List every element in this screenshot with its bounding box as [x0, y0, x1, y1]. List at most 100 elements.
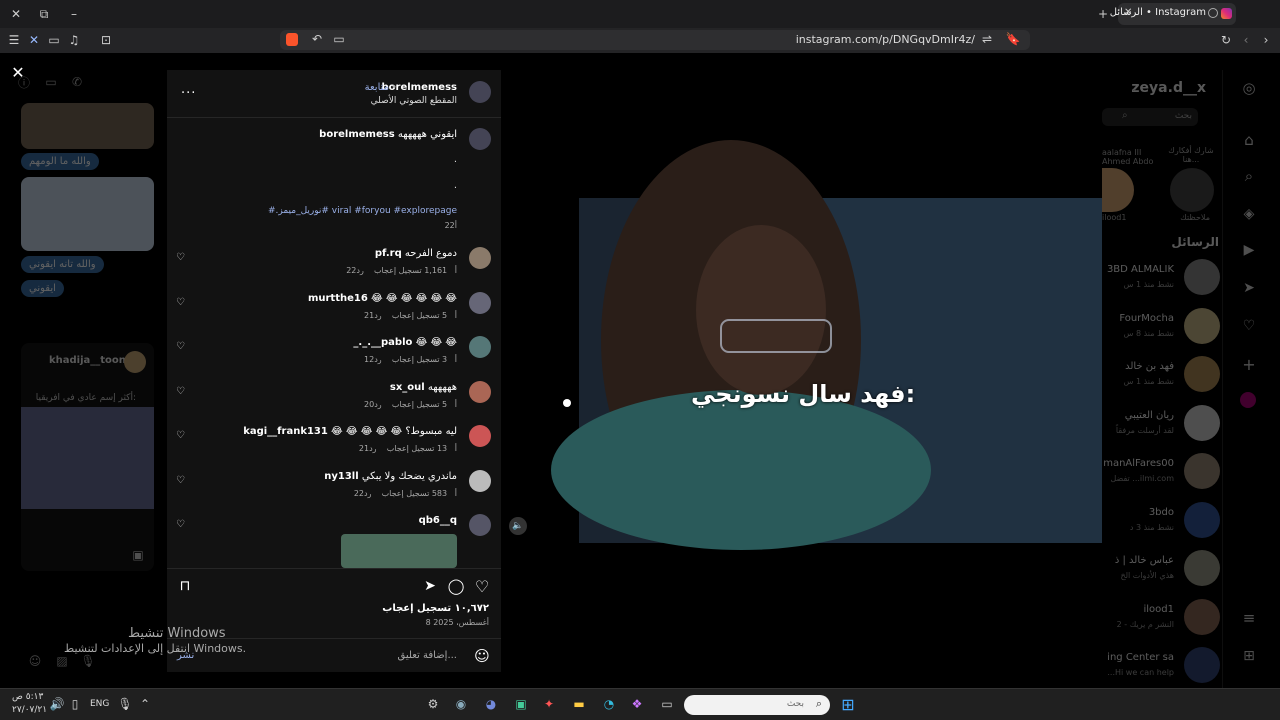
reel-video[interactable]: فهد سال نسونجي: 🔈 [501, 70, 1102, 672]
comment-like-icon[interactable]: ♡ [176, 386, 185, 397]
clock-time[interactable]: ٥:١٣ ص [12, 692, 43, 702]
thread-item[interactable]: manAlFares00 تفضل ...ilmi.com [1102, 450, 1222, 496]
app-icon-taskview[interactable]: ▭ [658, 695, 676, 713]
windows-start-icon[interactable]: ⊞ [838, 694, 858, 714]
commenter-avatar[interactable] [469, 336, 491, 358]
more-options-button[interactable]: ... [181, 82, 196, 97]
commenter-avatar[interactable] [469, 380, 491, 403]
commenter-name[interactable]: ny13ll [324, 471, 358, 482]
commenter-avatar[interactable] [469, 514, 491, 536]
shared-image[interactable] [21, 177, 154, 251]
image-icon[interactable]: ▨ [54, 653, 70, 669]
reload-icon[interactable]: ↻ [1218, 32, 1234, 48]
search-icon[interactable]: ⌕ [1239, 166, 1259, 186]
comment-likes[interactable]: 583 تسجيل إعجاب [382, 489, 448, 498]
comment-like-icon[interactable]: ♡ [176, 341, 185, 352]
comment-like-icon[interactable]: ♡ [176, 297, 185, 308]
volume-icon[interactable]: 🔊 [50, 697, 65, 711]
thread-item[interactable]: FourMocha نشط منذ 8 س [1102, 305, 1222, 351]
app-icon-folder[interactable]: ▬ [570, 695, 588, 713]
music-icon[interactable]: ♫ [66, 32, 82, 48]
app-icon-settings[interactable]: ⚙ [424, 695, 442, 713]
menu-icon[interactable]: ☰ [6, 32, 22, 48]
microphone-icon[interactable]: 🎙 [80, 653, 96, 669]
x-icon[interactable]: ✕ [26, 32, 42, 48]
sticker-icon[interactable]: ☺ [27, 653, 43, 669]
bookmark-icon[interactable]: 🔖 [1006, 32, 1021, 46]
thread-item[interactable]: 3bdo نشط منذ 3 د [1102, 499, 1222, 545]
reels-icon[interactable]: ▶ [1239, 240, 1259, 260]
minimize-window-button[interactable]: – [64, 4, 84, 24]
app-icon-android[interactable]: ▣ [512, 695, 530, 713]
commenter-name[interactable]: murtthe16 [308, 293, 368, 304]
commenter-name[interactable]: _._.__pablo [353, 337, 412, 348]
thread-item[interactable]: ilood1 النشر م يريك - 2 [1102, 596, 1222, 642]
reply-button[interactable]: رد [369, 444, 376, 453]
comment-media[interactable] [341, 534, 457, 568]
chevron-down-icon[interactable]: ⌄ [1130, 84, 1138, 94]
comment-like-icon[interactable]: ♡ [176, 252, 185, 263]
like-icon[interactable]: ♡ [473, 577, 491, 596]
app-icon-edge[interactable]: ◔ [600, 695, 618, 713]
app-icon-steam[interactable]: ◉ [452, 695, 470, 713]
commenter-avatar[interactable] [469, 291, 491, 314]
author-avatar[interactable] [469, 81, 491, 103]
meta-icon[interactable]: ⊞ [1239, 646, 1259, 666]
emoji-icon[interactable]: ☺ [473, 647, 491, 665]
restore-window-button[interactable]: ⧉ [34, 4, 54, 24]
commenter-avatar[interactable] [469, 425, 491, 447]
video-call-icon[interactable]: ▭ [42, 73, 60, 91]
url-text[interactable]: instagram.com/p/DNGqvDmIr4z/ [796, 33, 975, 46]
more-menu-icon[interactable]: ≡ [1239, 608, 1259, 628]
audio-label[interactable]: المقطع الصوتي الأصلي [371, 96, 457, 106]
tab-instagram[interactable]: ✕ الرسائل • Instagram [1110, 3, 1236, 25]
back-icon[interactable]: ‹ [1238, 32, 1254, 48]
reply-button[interactable]: رد [374, 355, 381, 364]
notifications-icon[interactable]: ♡ [1239, 316, 1259, 336]
comment-input[interactable]: إضافة تعليق... [398, 650, 457, 661]
close-window-button[interactable]: ✕ [6, 4, 26, 24]
thread-item[interactable]: عباس خالد | ذ هذي الأدوات الخ [1102, 547, 1222, 593]
phone-icon[interactable]: ✆ [68, 73, 86, 91]
close-modal-icon[interactable]: ✕ [8, 62, 28, 82]
commenter-avatar[interactable] [469, 469, 491, 492]
chevron-up-icon[interactable]: ⌃ [138, 697, 152, 711]
shared-post[interactable]: khadija__toon أكثر إسم عادي في افريقيا: … [21, 343, 154, 571]
shared-image[interactable] [21, 103, 154, 149]
thread-item[interactable]: فهد بن خالد نشط منذ 1 س [1102, 353, 1222, 399]
follow-button[interactable]: متابعة [365, 82, 389, 93]
comment-like-icon[interactable]: ♡ [176, 519, 185, 530]
share-icon[interactable]: ➤ [421, 577, 439, 595]
reply-button[interactable]: رد [356, 266, 363, 275]
commenter-name[interactable]: sx_oul [390, 382, 425, 393]
avatar[interactable] [1170, 168, 1214, 212]
messages-icon[interactable]: ➤ [1239, 278, 1259, 298]
comment-likes[interactable]: 5 تسجيل إعجاب [392, 311, 447, 320]
screenshot-icon[interactable]: ⊡ [98, 32, 114, 48]
comment-likes[interactable]: 3 تسجيل إعجاب [392, 355, 447, 364]
comment-like-icon[interactable]: ♡ [176, 475, 185, 486]
account-name[interactable]: zeya.d__x [1131, 80, 1206, 96]
commenter-name[interactable]: pf.rq [375, 248, 402, 259]
taskbar-search[interactable]: بحث ⌕ [684, 695, 830, 715]
likes-count[interactable]: ١٠,٦٧٢ تسجيل إعجاب [382, 603, 489, 614]
commenter-avatar[interactable] [469, 247, 491, 269]
thread-item[interactable]: ing Center sa ...Hi we can help [1102, 644, 1222, 690]
forward-icon[interactable]: › [1258, 32, 1274, 48]
language-indicator[interactable]: ENG [90, 699, 109, 709]
reply-button[interactable]: رد [374, 311, 381, 320]
permissions-icon[interactable]: ⇌ [980, 32, 994, 46]
mute-button[interactable]: 🔈 [509, 517, 527, 535]
create-icon[interactable]: + [1239, 354, 1259, 374]
commenter-name[interactable]: qb6__q [419, 515, 457, 526]
hashtags[interactable]: #.نوريل_ميمز# viral #foryou #explorepage [268, 206, 457, 216]
share-icon[interactable]: ↶ [310, 32, 324, 46]
comment-icon[interactable]: ◯ [447, 577, 465, 595]
thread-item[interactable]: 3BD ALMALIK نشط منذ 1 س [1102, 256, 1222, 302]
comment-likes[interactable]: 1,161 تسجيل إعجاب [374, 266, 447, 275]
home-icon[interactable]: ⌂ [1239, 130, 1259, 150]
app-icon-copilot[interactable]: ❖ [628, 695, 646, 713]
app-icon-brave[interactable]: ✦ [540, 695, 558, 713]
brave-shield-icon[interactable] [286, 33, 298, 46]
app-icon-discord[interactable]: ◕ [482, 695, 500, 713]
